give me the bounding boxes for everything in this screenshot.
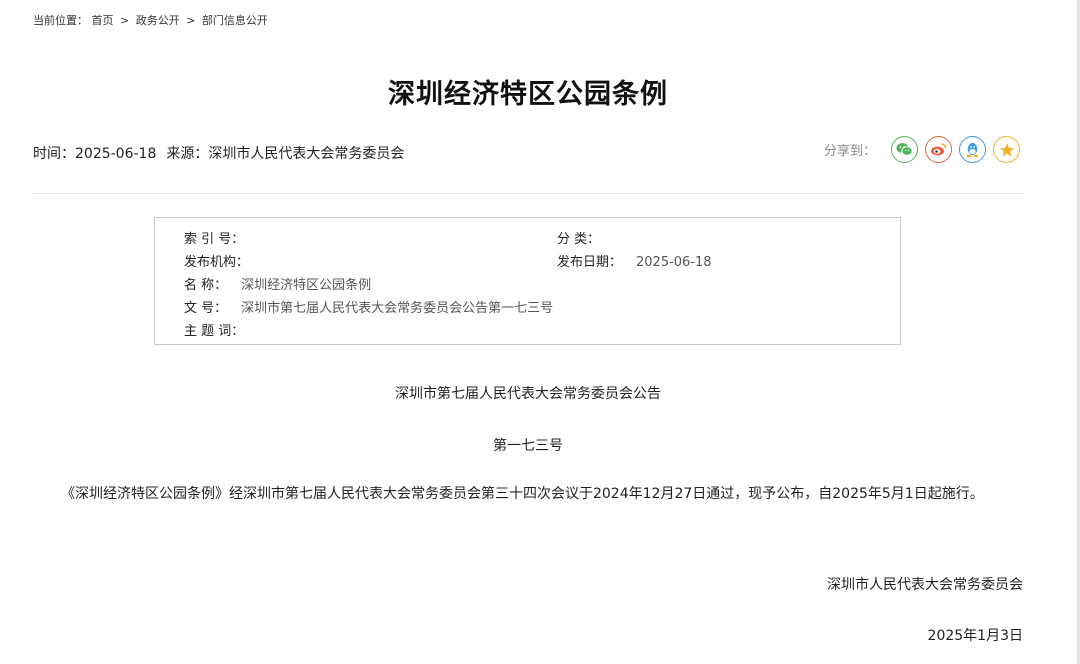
breadcrumb: 当前位置： 首页 > 政务公开 > 部门信息公开 — [33, 12, 268, 28]
document-info-box: 索 引 号： 分 类： 发布机构： 发布日期： 2025-06-18 名 称： 深圳… — [154, 217, 901, 345]
wechat-icon[interactable] — [891, 136, 918, 163]
page: 当前位置： 首页 > 政务公开 > 部门信息公开 深圳经济特区公园条例 时间：2… — [0, 0, 1080, 664]
breadcrumb-gov-affairs-link[interactable]: 政务公开 — [136, 14, 180, 27]
body-paragraph: 《深圳经济特区公园条例》经深圳市第七届人民代表大会常务委员会第三十四次会议于20… — [61, 486, 984, 502]
signer: 深圳市人民代表大会常务委员会 — [827, 577, 1023, 593]
breadcrumb-home-link[interactable]: 首页 — [92, 14, 114, 27]
notice-number: 第一七三号 — [493, 438, 563, 454]
time-value: 2025-06-18 — [75, 146, 157, 162]
weibo-icon[interactable] — [925, 136, 952, 163]
index-label: 索 引 号： — [184, 232, 245, 247]
share-bar: 分享到： — [824, 136, 1020, 163]
share-label: 分享到： — [823, 144, 876, 159]
name-value: 深圳经济特区公园条例 — [241, 278, 372, 293]
docno-value: 深圳市第七届人民代表大会常务委员会公告第一七三号 — [241, 301, 554, 316]
keywords-label: 主 题 词： — [184, 324, 245, 339]
qzone-icon[interactable] — [993, 136, 1020, 163]
breadcrumb-prefix: 当前位置： — [33, 14, 88, 27]
info-category-row: 分 类： — [557, 228, 614, 247]
info-keywords-row: 主 题 词： — [184, 320, 258, 339]
breadcrumb-separator: > — [186, 14, 196, 27]
breadcrumb-separator: > — [120, 14, 130, 27]
docno-label: 文 号： — [184, 301, 228, 316]
notice-title: 深圳市第七届人民代表大会常务委员会公告 — [395, 386, 661, 402]
info-docno-row: 文 号： 深圳市第七届人民代表大会常务委员会公告第一七三号 — [184, 297, 553, 316]
breadcrumb-dept-info-link[interactable]: 部门信息公开 — [202, 14, 268, 27]
info-publisher-row: 发布机构： — [184, 251, 263, 270]
info-date-row: 发布日期： 2025-06-18 — [557, 251, 712, 270]
info-name-row: 名 称： 深圳经济特区公园条例 — [184, 274, 371, 293]
article-meta: 时间：2025-06-18 来源：深圳市人民代表大会常务委员会 — [33, 143, 404, 163]
category-label: 分 类： — [557, 232, 601, 247]
source-label: 来源： — [166, 146, 209, 162]
date-label: 发布日期： — [557, 255, 623, 270]
page-title: 深圳经济特区公园条例 — [388, 79, 668, 110]
sign-date: 2025年1月3日 — [927, 628, 1023, 644]
divider — [33, 193, 1023, 194]
info-index-row: 索 引 号： — [184, 228, 258, 247]
publisher-label: 发布机构： — [184, 255, 250, 270]
date-value: 2025-06-18 — [636, 255, 712, 270]
name-label: 名 称： — [184, 278, 228, 293]
qq-icon[interactable] — [959, 136, 986, 163]
source-value: 深圳市人民代表大会常务委员会 — [208, 146, 405, 162]
time-label: 时间： — [33, 146, 75, 162]
